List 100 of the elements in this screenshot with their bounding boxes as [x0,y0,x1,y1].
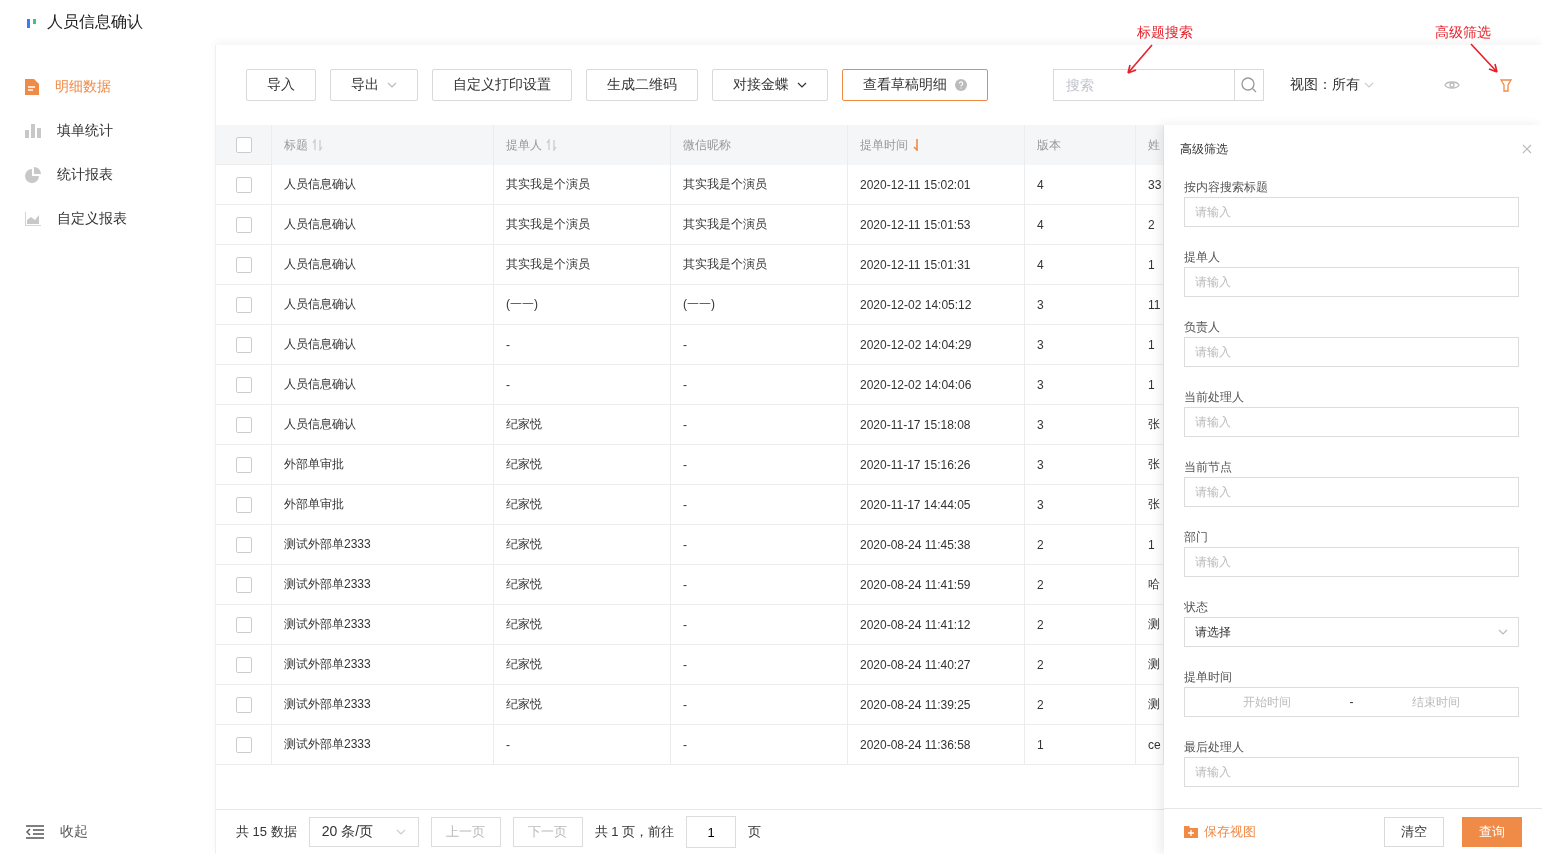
table-cell: - [671,525,848,565]
table-cell: 4 [1025,165,1136,205]
toolbar-button[interactable]: 查看草稿明细 [842,69,988,101]
table-cell: 人员信息确认 [272,325,494,365]
input-field[interactable]: 请输入 [1184,197,1519,227]
bar-chart-icon [25,124,41,138]
row-checkbox[interactable] [235,536,252,553]
select-field[interactable]: 请选择 [1184,617,1519,647]
table-cell: 测试外部单2333 [272,725,494,765]
search-button[interactable] [1235,69,1264,101]
row-checkbox[interactable] [235,176,252,193]
sort-icon[interactable] [546,139,557,151]
table-cell: 1 [1025,725,1136,765]
row-checkbox[interactable] [235,256,252,273]
field-label: 状态 [1184,598,1209,616]
row-checkbox[interactable] [235,696,252,713]
page-input[interactable]: 1 [686,816,737,848]
table-cell: 2020-08-24 11:39:25 [848,685,1025,725]
input-field[interactable]: 请输入 [1184,757,1519,787]
input-field[interactable]: 请输入 [1184,547,1519,577]
close-icon[interactable] [1522,144,1532,154]
table-cell: 2020-12-11 15:01:31 [848,245,1025,285]
page-size-select[interactable]: 20 条/页 [308,817,419,847]
row-checkbox[interactable] [235,416,252,433]
table-cell: 纪家悦 [494,445,671,485]
toolbar-button[interactable]: 生成二维码 [586,69,698,101]
range-separator: - [1349,695,1354,709]
row-checkbox[interactable] [235,616,252,633]
table-cell: - [671,725,848,765]
field-label: 负责人 [1184,318,1221,336]
table-cell: 纪家悦 [494,645,671,685]
sort-icon[interactable] [312,139,323,151]
row-checkbox[interactable] [235,456,252,473]
row-checkbox[interactable] [235,216,252,233]
select-all-checkbox[interactable] [235,136,252,153]
date-range-field[interactable]: 开始时间 - 结束时间 [1184,687,1519,717]
table-cell: 2020-08-24 11:41:12 [848,605,1025,645]
collapse-button[interactable]: 收起 [0,810,215,854]
table-cell: 人员信息确认 [272,165,494,205]
table-cell: 4 [1025,245,1136,285]
input-field[interactable]: 请输入 [1184,477,1519,507]
table-cell: 2 [1025,685,1136,725]
table-cell: - [671,685,848,725]
view-selector[interactable]: 视图：所有 [1290,76,1374,94]
page-suffix: 页 [748,823,762,841]
annotation-label: 标题搜索 [1137,24,1193,42]
table-cell: 2 [1025,605,1136,645]
caret-icon [1364,82,1374,88]
filter-icon [1500,78,1512,92]
table-cell: 2020-12-02 14:04:06 [848,365,1025,405]
table-cell: 2020-11-17 15:18:08 [848,405,1025,445]
total-count: 共 15 数据 [236,823,297,841]
sidebar-item[interactable]: 自定义报表 [0,197,215,241]
table-cell: - [494,725,671,765]
toolbar-button[interactable]: 对接金蝶 [712,69,828,101]
sidebar-item[interactable]: 统计报表 [0,153,215,197]
input-field[interactable]: 请输入 [1184,267,1519,297]
table-cell: 2020-11-17 14:44:05 [848,485,1025,525]
input-field[interactable]: 请输入 [1184,337,1519,367]
row-checkbox[interactable] [235,496,252,513]
pie-chart-icon [25,167,41,183]
panel-button[interactable]: 清空 [1384,816,1444,847]
table-cell: 纪家悦 [494,405,671,445]
collapse-menu-icon [26,825,44,839]
table-cell: - [671,605,848,645]
table-cell: 2 [1025,565,1136,605]
table-cell: 外部单审批 [272,485,494,525]
table-cell: 2020-08-24 11:45:38 [848,525,1025,565]
row-checkbox[interactable] [235,376,252,393]
row-checkbox[interactable] [235,336,252,353]
sidebar-item[interactable]: 填单统计 [0,109,215,153]
eye-button[interactable] [1444,80,1460,90]
sort-descending-icon[interactable] [912,139,920,151]
folder-plus-icon [1184,825,1198,838]
row-checkbox[interactable] [235,736,252,753]
caret-icon [797,82,807,88]
table-cell: - [494,365,671,405]
table-cell: 2020-08-24 11:36:58 [848,725,1025,765]
table-cell: 3 [1025,325,1136,365]
caret-icon [395,829,406,835]
column-header: 版本 [1025,125,1136,165]
field-label: 提单时间 [1184,668,1233,686]
annotation-label: 高级筛选 [1435,23,1491,42]
row-checkbox[interactable] [235,576,252,593]
row-checkbox[interactable] [235,296,252,313]
toolbar-button[interactable]: 自定义打印设置 [432,69,572,101]
toolbar-button[interactable]: 导入 [246,69,316,101]
annotation-arrow [1125,44,1153,76]
table-cell: 其实我是个演员 [494,245,671,285]
column-header: 提单时间 [848,125,1025,165]
table-cell: 2 [1025,525,1136,565]
table-cell: 纪家悦 [494,565,671,605]
search-field[interactable]: 搜索 [1053,69,1235,101]
row-checkbox[interactable] [235,656,252,673]
input-field[interactable]: 请输入 [1184,407,1519,437]
table-cell: 3 [1025,405,1136,445]
logo-icon [27,17,37,28]
toolbar-button[interactable]: 导出 [330,69,418,101]
table-cell: - [671,365,848,405]
column-header: 微信昵称 [671,125,848,165]
